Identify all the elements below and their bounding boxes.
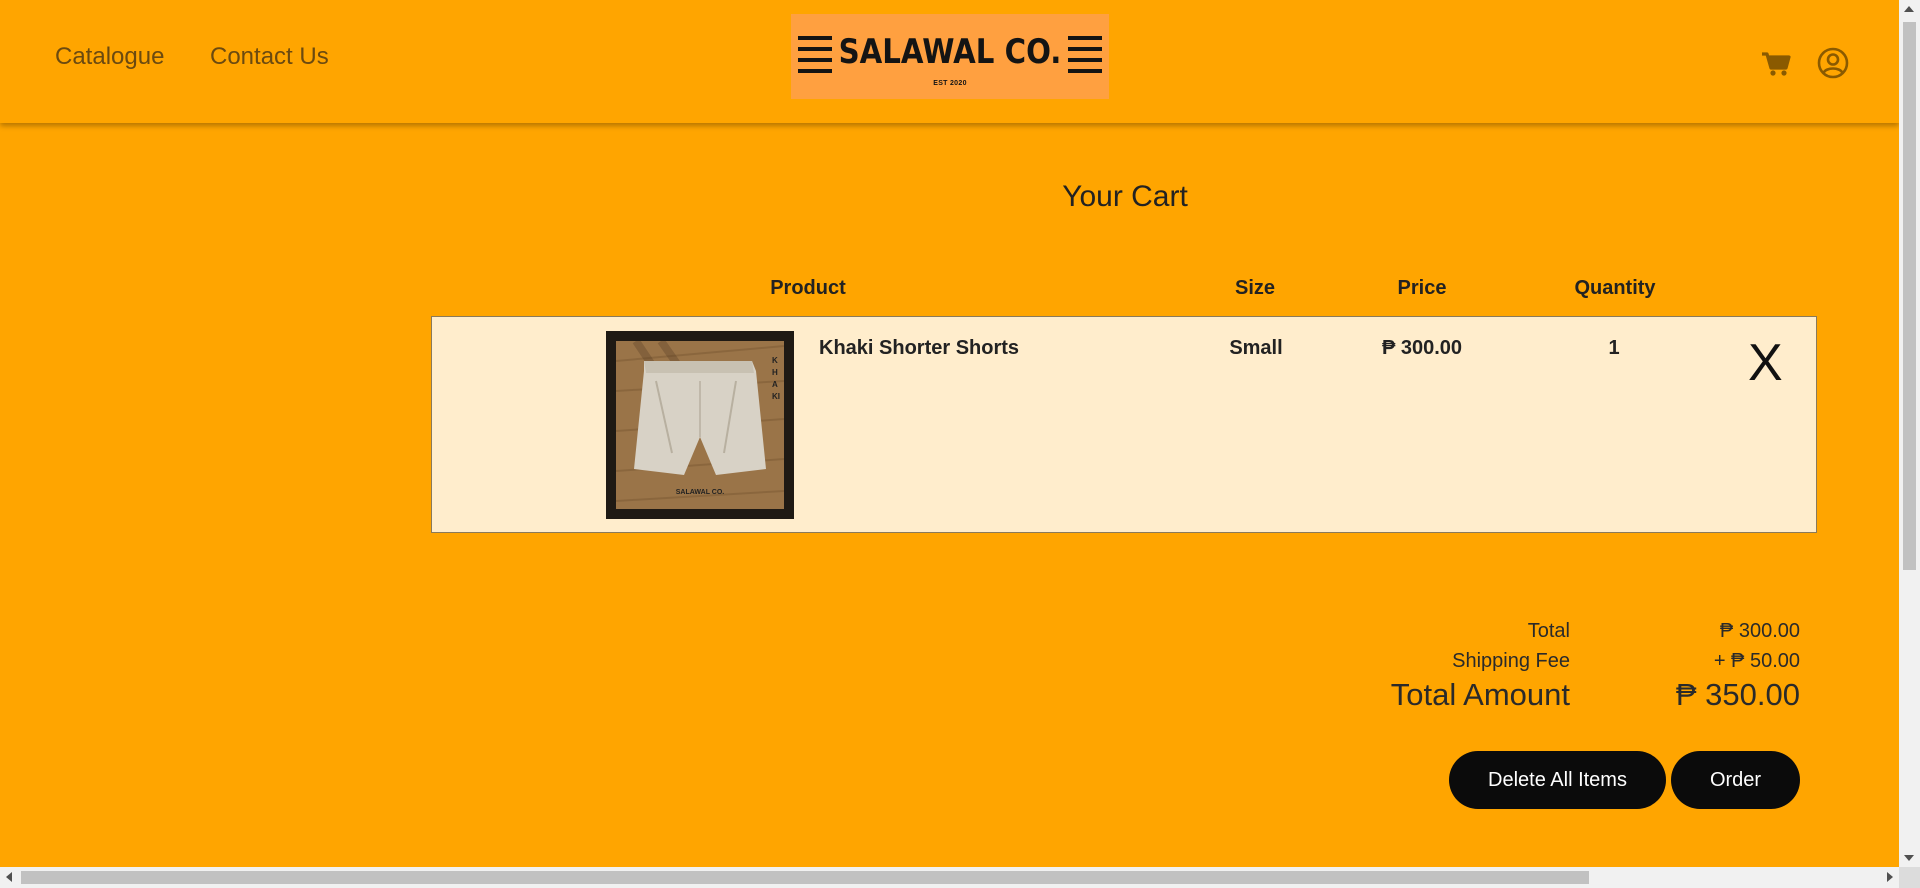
image-brand-text: SALAWAL CO. [675,489,725,496]
cart-icon[interactable] [1759,46,1793,80]
site-header: Catalogue Contact Us SALAWAL CO. EST 202… [0,0,1899,123]
logo-est: EST 2020 [933,80,967,87]
logo-name: SALAWAL CO. [838,32,1062,72]
item-name[interactable]: Khaki Shorter Shorts [819,337,1019,360]
remove-item-button[interactable]: X [1748,337,1783,389]
shipping-fee-value: + ₱ 50.00 [1713,650,1800,672]
column-header-quantity: Quantity [1574,277,1656,299]
scroll-down-arrow-icon[interactable] [1904,855,1914,861]
user-account-icon[interactable] [1816,46,1850,80]
vertical-scrollbar[interactable] [1899,0,1920,867]
total-label: Total [1527,620,1570,642]
shipping-fee-label: Shipping Fee [1452,650,1570,672]
item-size: Small [1229,337,1283,359]
total-amount-label: Total Amount [1390,677,1570,712]
vertical-scroll-thumb[interactable] [1903,22,1916,570]
scroll-right-arrow-icon[interactable] [1887,872,1893,882]
horizontal-scroll-thumb[interactable] [21,871,1589,884]
horizontal-scrollbar[interactable] [0,867,1899,888]
column-header-price: Price [1397,277,1447,299]
brand-logo[interactable]: SALAWAL CO. EST 2020 [791,14,1109,99]
product-image[interactable]: SALAWAL CO. KHAKI [606,331,794,519]
column-header-product: Product [770,277,846,299]
cart-item-row: SALAWAL CO. KHAKI Khaki Shorter Shorts S… [431,316,1817,533]
delete-all-items-button[interactable]: Delete All Items [1449,751,1666,809]
scrollbar-corner [1899,867,1920,888]
order-button[interactable]: Order [1671,751,1800,809]
total-amount-value: ₱ 350.00 [1675,677,1800,712]
nav-contact-link[interactable]: Contact Us [210,43,329,71]
item-price: ₱ 300.00 [1381,337,1463,359]
page-viewport: Catalogue Contact Us SALAWAL CO. EST 202… [0,0,1899,867]
scroll-left-arrow-icon[interactable] [6,872,12,882]
cart-title: Your Cart [1062,180,1188,213]
total-value: ₱ 300.00 [1719,620,1800,642]
nav-catalogue-link[interactable]: Catalogue [55,43,164,71]
column-header-size: Size [1234,277,1276,299]
logo-right-stripes [1068,36,1102,78]
scroll-up-arrow-icon[interactable] [1904,6,1914,12]
item-quantity: 1 [1608,337,1620,359]
image-tag-text: KHAKI [772,356,780,401]
